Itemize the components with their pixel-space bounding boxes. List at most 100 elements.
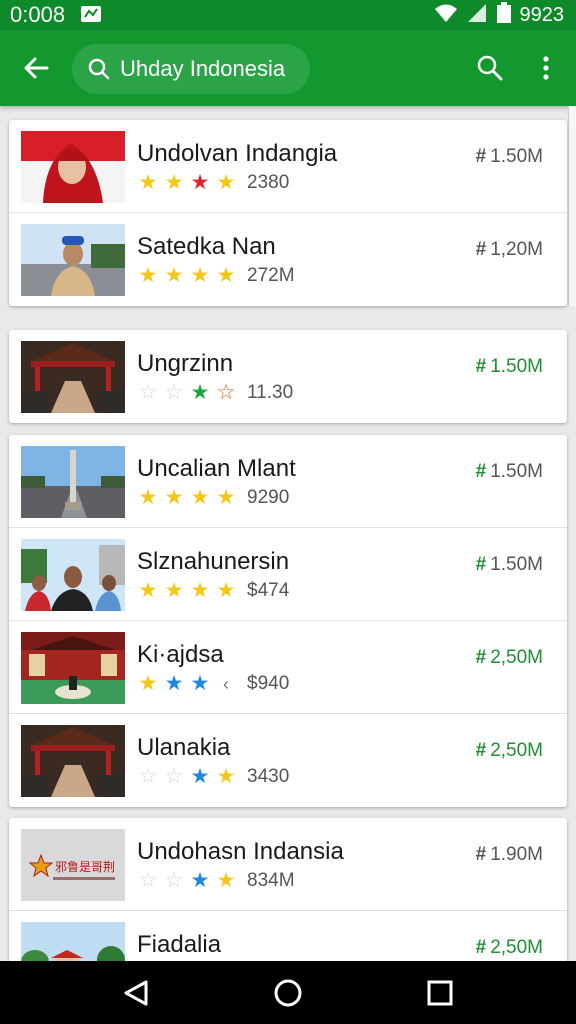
- rating-count: 272M: [247, 265, 295, 286]
- battery-level: 9923: [519, 4, 565, 26]
- list-item[interactable]: Ulanakia ☆ ☆ ★ ★ 3430 #2,50M: [9, 714, 567, 807]
- list-item[interactable]: Undolvan Indangia ★ ★ ★ ★ 2380 #1.50M: [9, 120, 567, 213]
- nav-home-button[interactable]: [268, 975, 308, 1011]
- app-title: Ungrzinn: [137, 350, 234, 377]
- app-card: 邪鲁是哥荆 Undohasn Indansia ☆ ☆ ★ ★ 834M #1.90M…: [9, 818, 567, 961]
- circle-home-icon: [274, 979, 302, 1007]
- list-item[interactable]: Ki·ajdsa ★ ★ ★ ‹ $940 #2,50M: [9, 621, 567, 714]
- hash-icon: #: [475, 740, 487, 761]
- triangle-back-icon: [124, 980, 148, 1006]
- rating: ★ ★ ★ ★ 272M: [137, 265, 295, 287]
- star-icon: ★: [216, 579, 236, 602]
- app-title: Fiadalia: [137, 931, 222, 958]
- thumbnail-group-people: [21, 539, 125, 611]
- app-list[interactable]: Undolvan Indangia ★ ★ ★ ★ 2380 #1.50M Sated…: [0, 106, 576, 961]
- star-icon: ★: [138, 171, 158, 194]
- star-icon: ★: [216, 171, 236, 194]
- thumbnail-woman-red-hijab: [21, 131, 125, 203]
- hash-icon: #: [475, 554, 487, 575]
- rating-count: 11.30: [247, 382, 294, 403]
- star-icon: ★: [164, 579, 184, 602]
- rating-count: 834M: [247, 870, 295, 891]
- thumbnail-pavilion-path: [21, 725, 125, 797]
- app-title: Undolvan Indangia: [137, 140, 338, 167]
- star-icon: ★: [216, 765, 236, 788]
- rating: ★ ★ ★ ★ $474: [137, 579, 290, 602]
- star-icon: ★: [138, 579, 158, 602]
- star-icon: ★: [164, 171, 184, 194]
- search-icon: [477, 55, 503, 81]
- status-icons: 9923: [434, 1, 565, 29]
- nav-recents-button[interactable]: [420, 975, 460, 1011]
- star-icon: ★: [190, 486, 210, 509]
- app-size: #2,50M: [475, 740, 543, 761]
- signal-icon: [466, 3, 488, 28]
- app-title: Uncalian Mlant: [137, 455, 296, 482]
- star-icon: ☆: [164, 869, 184, 892]
- list-item[interactable]: Satedka Nan ★ ★ ★ ★ 272M #1,20M: [9, 213, 567, 306]
- navigation-bar: [0, 961, 576, 1024]
- star-icon: ★: [164, 486, 184, 509]
- star-icon: ★: [164, 264, 184, 287]
- star-icon: ☆: [138, 381, 158, 404]
- hash-icon: #: [475, 146, 487, 167]
- more-options-button[interactable]: [530, 50, 562, 86]
- app-title: Ki·ajdsa: [137, 641, 224, 668]
- star-icon: ☆: [164, 381, 184, 404]
- star-icon: ★: [190, 765, 210, 788]
- status-time: 0:008: [10, 2, 66, 27]
- rating-count: $474: [247, 580, 290, 601]
- app-size: #1,20M: [475, 239, 543, 260]
- hash-icon: #: [475, 356, 487, 377]
- app-size: #1.50M: [475, 461, 543, 482]
- star-icon: ★: [164, 672, 184, 695]
- star-icon: ★: [190, 579, 210, 602]
- app-card: Ungrzinn ☆ ☆ ★ ☆ 11.30 #1.50M: [9, 330, 567, 423]
- nav-back-button[interactable]: [116, 975, 156, 1011]
- rating: ★ ★ ★ ★ 9290: [137, 486, 290, 509]
- rating-count: 3430: [247, 766, 290, 787]
- list-item[interactable]: 邪鲁是哥荆 Undohasn Indansia ☆ ☆ ★ ★ 834M #1.90M: [9, 818, 567, 911]
- thumbnail-man-blue-cap: [21, 224, 125, 296]
- rating: ☆ ☆ ★ ☆ 11.30: [137, 381, 294, 404]
- star-icon: ★: [190, 672, 210, 695]
- star-icon: ★: [138, 486, 158, 509]
- list-item[interactable]: Fiadalia #2,50M: [9, 911, 567, 961]
- app-bar: Uhday Indonesia: [0, 30, 576, 106]
- star-icon: ☆: [138, 765, 158, 788]
- back-button[interactable]: [16, 50, 56, 86]
- star-icon: ★: [216, 486, 236, 509]
- list-item[interactable]: Slznahunersin ★ ★ ★ ★ $474 #1.50M: [9, 528, 567, 621]
- wifi-icon: [434, 3, 458, 28]
- rating-count: 9290: [247, 487, 290, 508]
- app-size: #2,50M: [475, 937, 543, 958]
- chevron-left-icon: ‹: [223, 674, 229, 694]
- battery-icon: [496, 1, 512, 29]
- thumbnail-monument-road: [21, 446, 125, 518]
- square-recents-icon: [427, 980, 453, 1006]
- search-field[interactable]: Uhday Indonesia: [72, 44, 310, 94]
- app-size: #1.50M: [475, 356, 543, 377]
- list-item[interactable]: Ungrzinn ☆ ☆ ★ ☆ 11.30 #1.50M: [9, 330, 567, 423]
- hash-icon: #: [475, 937, 487, 958]
- rating: ☆ ☆ ★ ★ 3430: [137, 765, 290, 788]
- thumbnail-pavilion-path: [21, 341, 125, 413]
- more-vert-icon: [543, 56, 549, 80]
- star-icon: ☆: [138, 869, 158, 892]
- app-size: #1.50M: [475, 554, 543, 575]
- arrow-left-icon: [24, 57, 49, 79]
- notification-icon: [80, 3, 102, 23]
- search-button[interactable]: [470, 50, 510, 86]
- list-item[interactable]: Uncalian Mlant ★ ★ ★ ★ 9290 #1.50M: [9, 435, 567, 528]
- star-icon: ★: [216, 869, 236, 892]
- thumbnail-park: [21, 922, 125, 961]
- star-icon: ★: [138, 264, 158, 287]
- app-title: Ulanakia: [137, 734, 231, 761]
- app-title: Slznahunersin: [137, 548, 290, 575]
- thumbnail-logo: 邪鲁是哥荆: [21, 829, 125, 901]
- logo-text: 邪鲁是哥荆: [55, 860, 115, 874]
- star-icon: ★: [190, 264, 210, 287]
- rating: ★ ★ ★ ★ 2380: [137, 171, 290, 194]
- rating: ☆ ☆ ★ ★ 834M: [137, 870, 295, 892]
- scrollbar[interactable]: [568, 106, 576, 306]
